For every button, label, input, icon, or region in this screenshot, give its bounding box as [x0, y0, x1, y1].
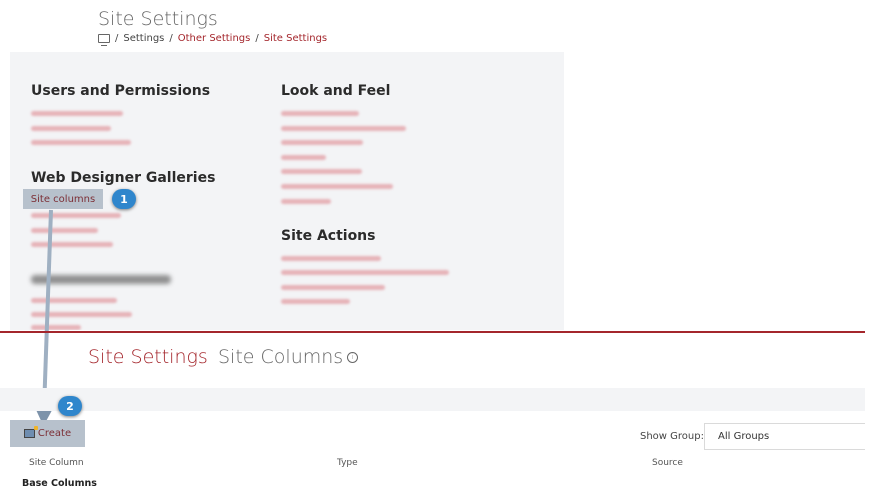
show-group-value: All Groups	[718, 431, 770, 442]
breadcrumb-site-settings-large[interactable]: Site Settings	[88, 346, 208, 368]
page-title-site-columns: Site Columns i	[218, 346, 359, 368]
show-group-label: Show Group:	[640, 431, 704, 442]
column-header-type[interactable]: Type	[337, 458, 358, 468]
create-button[interactable]: Create	[10, 420, 85, 447]
toolbar-band	[0, 388, 865, 411]
column-header-site-column[interactable]: Site Column	[29, 458, 84, 468]
info-icon[interactable]: i	[347, 352, 359, 363]
callout-badge-2: 2	[58, 396, 82, 416]
create-icon	[23, 426, 38, 438]
show-group-select[interactable]: All Groups	[704, 423, 865, 450]
screenshot-divider	[0, 331, 865, 333]
create-label: Create	[37, 428, 72, 439]
group-heading-base-columns: Base Columns	[22, 478, 97, 489]
site-columns-title: Site Columns	[218, 346, 344, 368]
column-header-source[interactable]: Source	[652, 458, 683, 468]
